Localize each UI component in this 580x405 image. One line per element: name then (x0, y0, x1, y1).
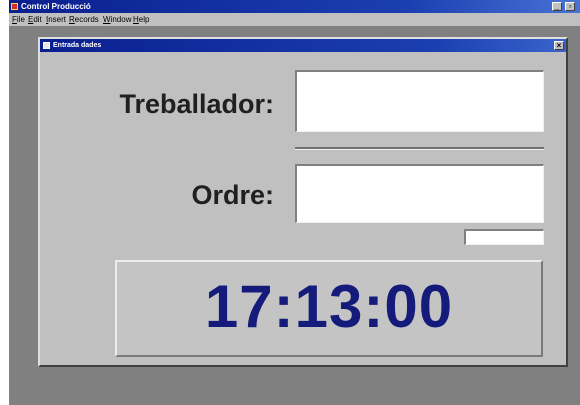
menu-window[interactable]: Window (103, 13, 131, 27)
restore-button[interactable]: ▫ (565, 2, 575, 11)
worker-input[interactable] (295, 70, 544, 132)
dialog-title-bar[interactable]: Entrada dades × (40, 39, 566, 52)
separator-line (295, 147, 544, 150)
menu-records[interactable]: Records (69, 13, 99, 27)
dialog-close-button[interactable]: × (554, 41, 564, 50)
entrada-dades-dialog: Entrada dades × Treballador: Ordre: 17:1… (38, 37, 568, 367)
menu-insert[interactable]: Insert (46, 13, 66, 27)
menu-edit[interactable]: Edit (28, 13, 42, 27)
form-icon (43, 42, 50, 49)
clock-time: 17:13:00 (204, 273, 454, 340)
worker-label: Treballador: (119, 89, 274, 119)
app-title: Control Producció (21, 2, 91, 11)
app-window: Control Producció _ ▫ File Edit Insert R… (9, 0, 580, 405)
order-input[interactable] (295, 164, 544, 223)
minimize-button[interactable]: _ (552, 2, 562, 11)
menu-bar: File Edit Insert Records Window Help (9, 13, 580, 27)
clock-display: 17:13:00 (115, 260, 543, 357)
app-icon[interactable] (11, 3, 18, 10)
menu-help[interactable]: Help (133, 13, 149, 27)
menu-file[interactable]: File (12, 13, 25, 27)
dialog-title: Entrada dades (53, 42, 102, 49)
small-field[interactable] (464, 229, 544, 245)
app-title-bar[interactable]: Control Producció _ ▫ (9, 0, 580, 13)
order-label: Ordre: (191, 180, 274, 210)
